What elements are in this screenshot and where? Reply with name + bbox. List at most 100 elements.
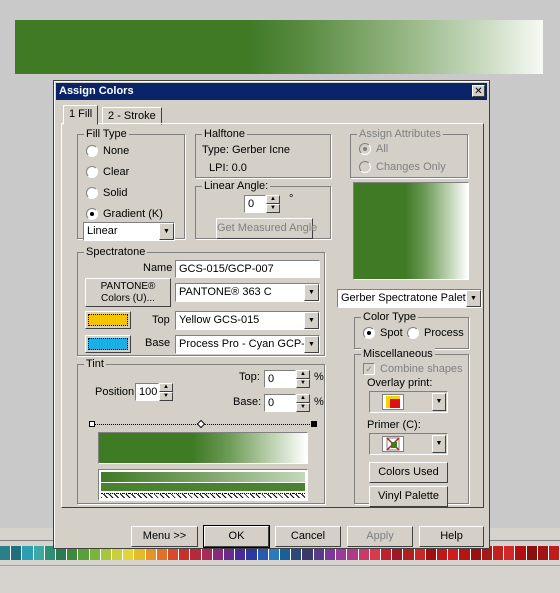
color-type-group: Color Type Spot Process (354, 311, 469, 349)
radio-spot[interactable]: Spot (363, 327, 403, 339)
pantone-colors-button[interactable]: PANTONE® Colors (U)... (85, 278, 171, 307)
dialog-titlebar: Assign Colors ✕ (56, 83, 487, 100)
tint-label: Tint (84, 358, 106, 370)
chevron-down-icon[interactable]: ▼ (304, 336, 319, 353)
radio-solid[interactable]: Solid (86, 187, 127, 199)
primer-label: Primer (C): (367, 419, 421, 431)
base-select[interactable]: Process Pro - Cyan GCP-007 ▼ (175, 335, 320, 354)
menu-button[interactable]: Menu >> (131, 526, 198, 547)
arrow-up-icon[interactable]: ▲ (159, 383, 173, 392)
colors-used-button[interactable]: Colors Used (369, 462, 448, 483)
top-select[interactable]: Yellow GCS-015 ▼ (175, 311, 320, 330)
overlay-print-swatch (382, 394, 404, 410)
arrow-down-icon[interactable]: ▼ (296, 403, 310, 412)
top-value: Yellow GCS-015 (179, 314, 260, 326)
assign-attributes-label: Assign Attributes (357, 128, 443, 140)
arrow-down-icon[interactable]: ▼ (296, 379, 310, 388)
palette-swatch[interactable] (22, 546, 34, 560)
tint-group: Tint Position: 100 ▲ ▼ Top: 0 ▲ ▼ % Base: … (77, 358, 325, 504)
chevron-down-icon[interactable]: ▼ (432, 393, 446, 411)
palette-swatch[interactable] (0, 546, 12, 560)
ok-button[interactable]: OK (203, 525, 270, 548)
overlay-print-label: Overlay print: (367, 377, 433, 389)
gradient-style-value: Linear (87, 225, 118, 237)
base-label: Base (145, 337, 171, 349)
halftone-lpi: LPI: 0.0 (209, 162, 247, 174)
tint-top-stepper[interactable]: ▲ ▼ (296, 370, 310, 388)
primer-icon (386, 437, 400, 451)
radio-none[interactable]: None (86, 145, 129, 157)
radio-gradient-label: Gradient (K) (103, 208, 163, 220)
assign-colors-dialog: Assign Colors ✕ 1 Fill 2 - Stroke Fill T… (53, 80, 490, 549)
gradient-midpoint-handle[interactable] (196, 419, 206, 429)
radio-process[interactable]: Process (407, 327, 464, 339)
arrow-down-icon[interactable]: ▼ (159, 392, 173, 401)
fill-type-group: Fill Type None Clear Solid Gradient (K) … (77, 128, 185, 241)
palette-swatch[interactable] (504, 546, 516, 560)
fill-tab-panel: Fill Type None Clear Solid Gradient (K) … (61, 123, 484, 508)
tab-fill[interactable]: 1 Fill (63, 105, 99, 125)
position-label: Position: (95, 386, 138, 398)
palette-swatch[interactable] (33, 546, 45, 560)
chevron-down-icon[interactable]: ▼ (159, 223, 174, 240)
tint-band-mid (101, 483, 305, 491)
arrow-up-icon[interactable]: ▲ (296, 394, 310, 403)
tint-bands-preview (98, 469, 308, 501)
pantone-select[interactable]: PANTONE® 363 C ▼ (175, 283, 320, 302)
linear-angle-input[interactable]: 0 (244, 195, 266, 213)
palette-swatch[interactable] (492, 546, 505, 560)
overlay-print-picker[interactable]: ▼ (369, 391, 448, 413)
palette-swatch[interactable] (515, 546, 527, 560)
top-color-swatch[interactable] (85, 311, 131, 329)
palette-value: Gerber Spectratone Palette (341, 292, 475, 304)
gradient-slider-end-handle[interactable] (311, 421, 317, 427)
position-stepper[interactable]: ▲ ▼ (159, 383, 173, 401)
halftone-type: Type: Gerber Icne (202, 144, 291, 156)
tint-band-pattern (101, 493, 305, 498)
radio-all[interactable]: All (359, 143, 388, 155)
angle-stepper[interactable]: ▲ ▼ (266, 195, 280, 213)
help-button[interactable]: Help (419, 526, 484, 547)
gradient-slider-start-handle[interactable] (89, 421, 95, 427)
cancel-button[interactable]: Cancel (275, 526, 341, 547)
radio-clear-dot (86, 166, 98, 178)
tint-base-stepper[interactable]: ▲ ▼ (296, 394, 310, 412)
radio-gradient[interactable]: Gradient (K) (86, 208, 163, 220)
combine-shapes-checkbox[interactable]: ✓ Combine shapes (363, 363, 463, 375)
vinyl-palette-button[interactable]: Vinyl Palette (369, 486, 448, 507)
base-value: Process Pro - Cyan GCP-007 (179, 338, 320, 350)
radio-gradient-dot (86, 208, 98, 220)
base-color-swatch[interactable] (85, 335, 131, 353)
radio-changes-only[interactable]: Changes Only (359, 161, 446, 173)
palette-swatch[interactable] (537, 546, 549, 560)
spectratone-group: Spectratone Name GCS-015/GCP-007 PANTONE… (77, 246, 325, 356)
arrow-up-icon[interactable]: ▲ (266, 195, 280, 204)
radio-process-dot (407, 327, 419, 339)
close-icon[interactable]: ✕ (472, 85, 485, 97)
chevron-down-icon[interactable]: ▼ (304, 284, 319, 301)
radio-all-label: All (376, 143, 389, 155)
primer-picker[interactable]: ▼ (369, 433, 448, 455)
radio-clear-label: Clear (103, 166, 130, 178)
palette-swatch[interactable] (526, 546, 538, 560)
gradient-style-select[interactable]: Linear ▼ (83, 222, 175, 241)
radio-clear[interactable]: Clear (86, 166, 129, 178)
primer-swatch (382, 436, 404, 452)
arrow-up-icon[interactable]: ▲ (296, 370, 310, 379)
palette-swatch[interactable] (548, 546, 560, 560)
arrow-down-icon[interactable]: ▼ (266, 204, 280, 213)
name-field[interactable]: GCS-015/GCP-007 (175, 260, 320, 278)
chevron-down-icon[interactable]: ▼ (466, 290, 481, 307)
chevron-down-icon[interactable]: ▼ (304, 312, 319, 329)
apply-button[interactable]: Apply (347, 526, 413, 547)
radio-changes-only-dot (359, 161, 371, 173)
tint-top-input[interactable]: 0 (264, 370, 296, 388)
position-input[interactable]: 100 (135, 383, 159, 401)
palette-swatch[interactable] (11, 546, 23, 560)
tint-base-input[interactable]: 0 (264, 394, 296, 412)
palette-select[interactable]: Gerber Spectratone Palette ▼ (337, 289, 482, 308)
get-measured-angle-button[interactable]: Get Measured Angle (216, 218, 317, 239)
combine-shapes-label: Combine shapes (380, 363, 463, 375)
miscellaneous-label: Miscellaneous (361, 348, 435, 360)
chevron-down-icon[interactable]: ▼ (432, 435, 446, 453)
